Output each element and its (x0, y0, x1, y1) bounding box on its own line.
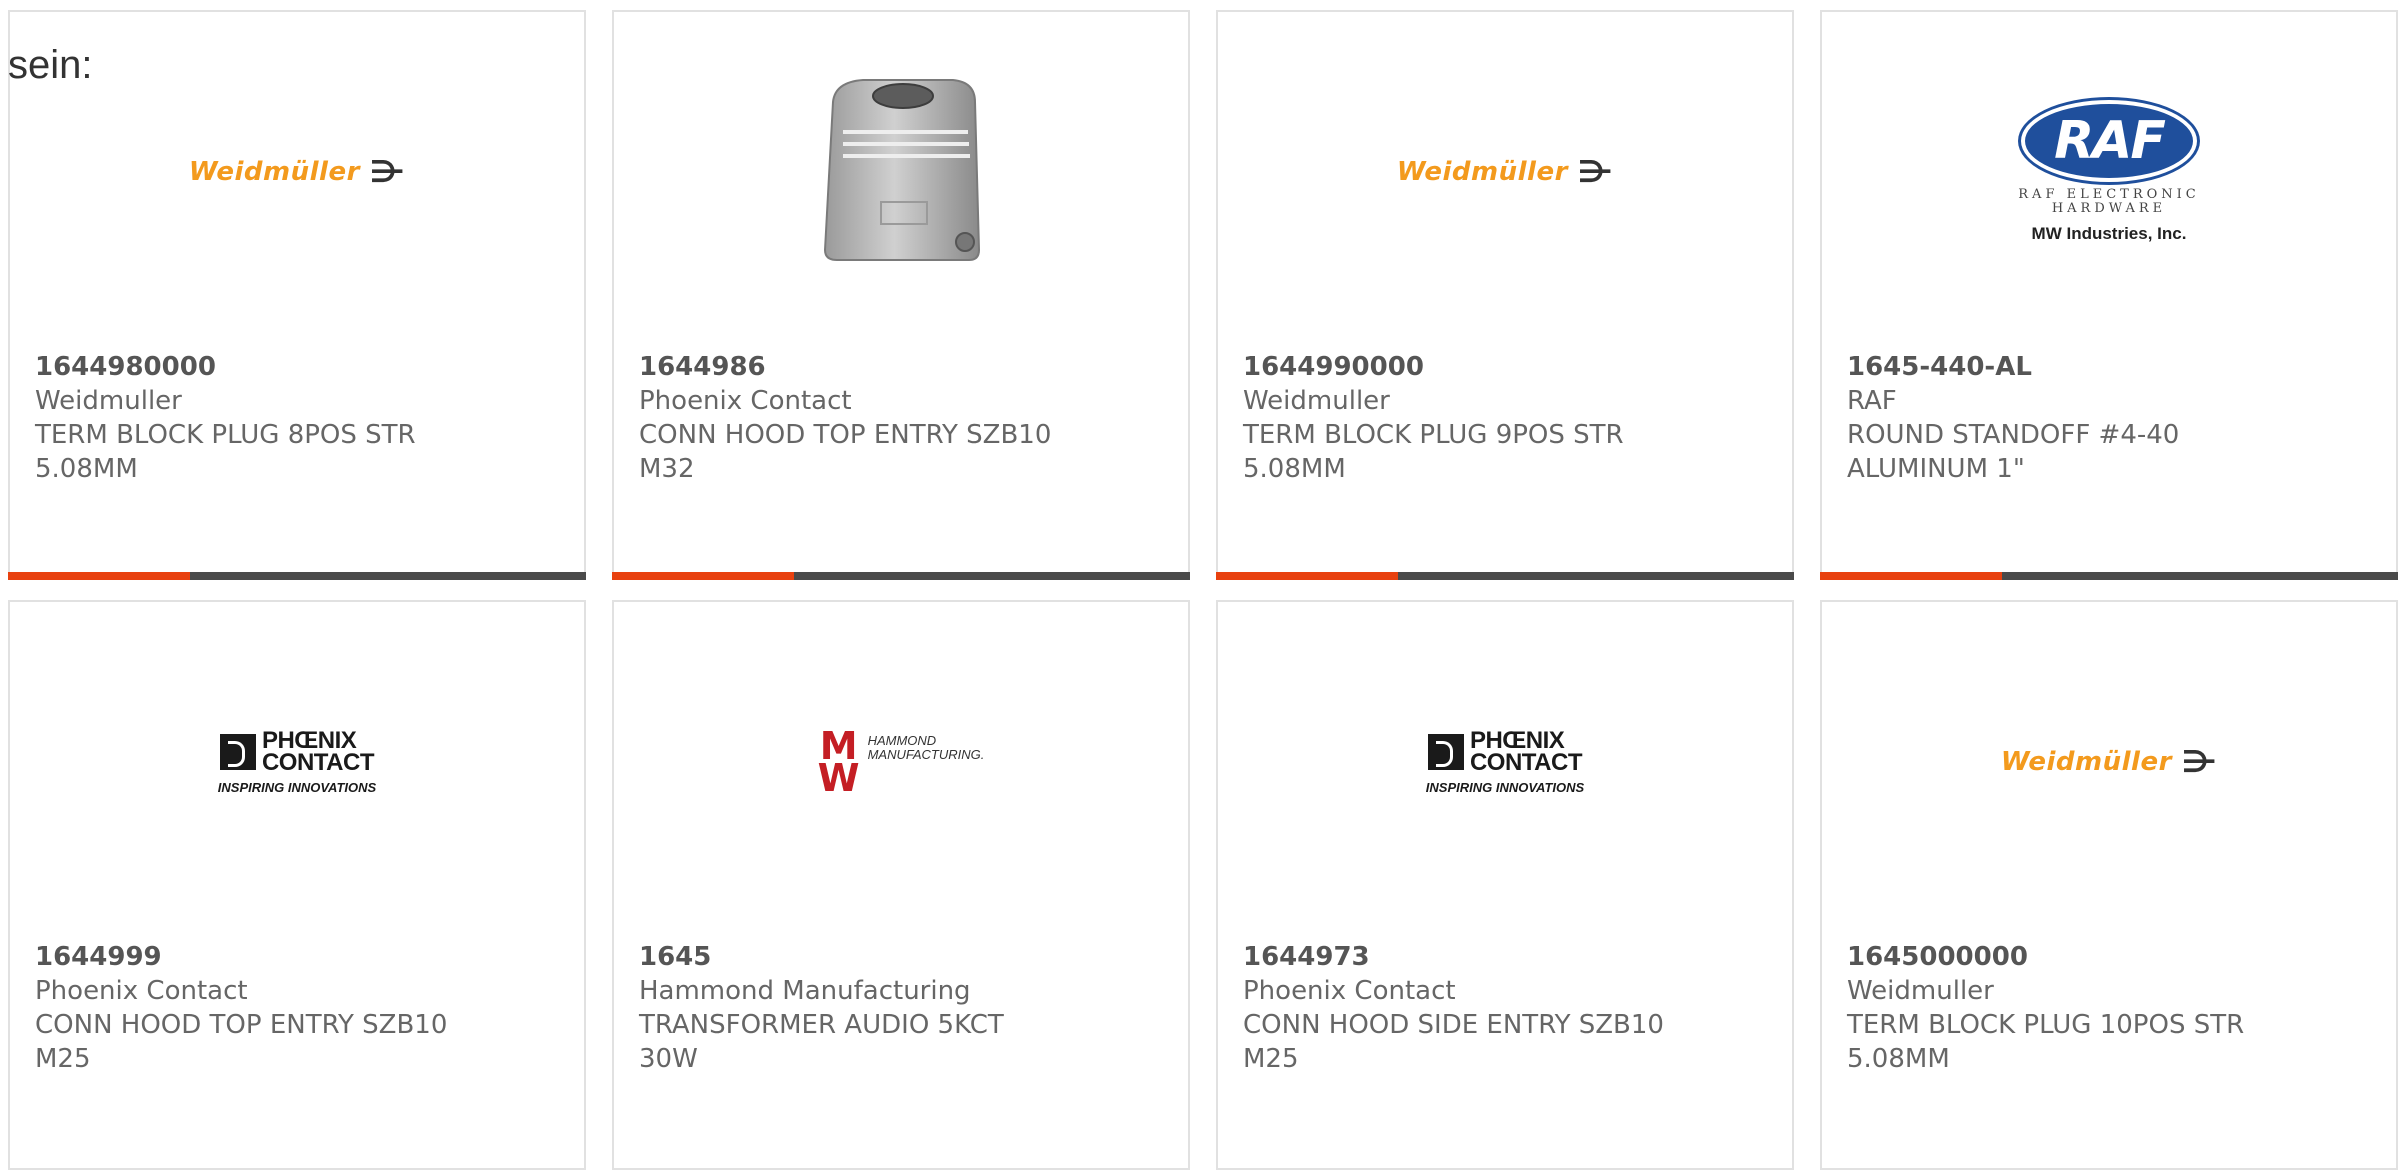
card-bottom-bar (1216, 572, 1794, 580)
card-bottom-bar (612, 572, 1190, 580)
manufacturer: Weidmuller (1243, 386, 1390, 416)
card-bottom-bar (1820, 572, 2398, 580)
part-number[interactable]: 1644990000 (1243, 350, 1772, 384)
product-grid: Weidmüller ⋺ 1644980000 Weidmuller TERM B… (0, 0, 2400, 1170)
product-image: PHŒNIX CONTACT INSPIRING INNOVATIONS (1218, 652, 1792, 872)
product-image: MW HAMMOND MANUFACTURING. (614, 652, 1188, 872)
product-card[interactable]: Weidmüller ⋺ 1644980000 Weidmuller TERM B… (8, 10, 586, 580)
product-image (614, 62, 1188, 282)
description: TERM BLOCK PLUG 8POS STR 5.08MM (35, 420, 416, 484)
part-number[interactable]: 1644986 (639, 350, 1168, 384)
description: TERM BLOCK PLUG 9POS STR 5.08MM (1243, 420, 1624, 484)
product-card[interactable]: MW HAMMOND MANUFACTURING. 1645 Hammond M… (612, 600, 1190, 1170)
manufacturer: Hammond Manufacturing (639, 976, 971, 1006)
part-number[interactable]: 1645 (639, 940, 1168, 974)
product-card[interactable]: Weidmüller ⋺ 1644990000 Weidmuller TERM B… (1216, 10, 1794, 580)
phoenix-contact-logo: PHŒNIX CONTACT INSPIRING INNOVATIONS (1425, 726, 1585, 795)
card-bottom-bar (8, 572, 586, 580)
product-image: Weidmüller ⋺ (10, 62, 584, 282)
description: ROUND STANDOFF #4-40 ALUMINUM 1" (1847, 420, 2180, 484)
product-card[interactable]: 1644986 Phoenix Contact CONN HOOD TOP EN… (612, 10, 1190, 580)
part-number[interactable]: 1644980000 (35, 350, 564, 384)
description: CONN HOOD SIDE ENTRY SZB10 M25 (1243, 1010, 1664, 1074)
product-image: Weidmüller ⋺ (1218, 62, 1792, 282)
part-number[interactable]: 1645000000 (1847, 940, 2376, 974)
part-number[interactable]: 1644973 (1243, 940, 1772, 974)
connector-hood-photo (823, 79, 981, 261)
hammond-logo: MW HAMMOND MANUFACTURING. (817, 724, 985, 800)
weidmuller-logo: Weidmüller ⋺ (2000, 744, 2218, 780)
description: TRANSFORMER AUDIO 5KCT 30W (639, 1010, 1004, 1074)
product-card[interactable]: PHŒNIX CONTACT INSPIRING INNOVATIONS 164… (8, 600, 586, 1170)
description: CONN HOOD TOP ENTRY SZB10 M32 (639, 420, 1052, 484)
product-card[interactable]: PHŒNIX CONTACT INSPIRING INNOVATIONS 164… (1216, 600, 1794, 1170)
raf-logo: RAF RAF ELECTRONIC HARDWARE MW Industrie… (2018, 100, 2199, 244)
manufacturer: RAF (1847, 386, 1897, 416)
part-number[interactable]: 1645-440-AL (1847, 350, 2376, 384)
part-number[interactable]: 1644999 (35, 940, 564, 974)
product-image: PHŒNIX CONTACT INSPIRING INNOVATIONS (10, 652, 584, 872)
manufacturer: Weidmuller (1847, 976, 1994, 1006)
phoenix-contact-logo: PHŒNIX CONTACT INSPIRING INNOVATIONS (217, 726, 377, 795)
product-image: Weidmüller ⋺ (1822, 652, 2396, 872)
product-card[interactable]: Weidmüller ⋺ 1645000000 Weidmuller TERM B… (1820, 600, 2398, 1170)
page-heading: sein: (8, 43, 93, 87)
manufacturer: Phoenix Contact (639, 386, 852, 416)
product-card[interactable]: RAF RAF ELECTRONIC HARDWARE MW Industrie… (1820, 10, 2398, 580)
product-image: RAF RAF ELECTRONIC HARDWARE MW Industrie… (1822, 62, 2396, 282)
description: TERM BLOCK PLUG 10POS STR 5.08MM (1847, 1010, 2245, 1074)
description: CONN HOOD TOP ENTRY SZB10 M25 (35, 1010, 448, 1074)
weidmuller-logo: Weidmüller ⋺ (1396, 154, 1614, 190)
manufacturer: Phoenix Contact (1243, 976, 1456, 1006)
manufacturer: Phoenix Contact (35, 976, 248, 1006)
weidmuller-logo: Weidmüller ⋺ (188, 154, 406, 190)
manufacturer: Weidmuller (35, 386, 182, 416)
